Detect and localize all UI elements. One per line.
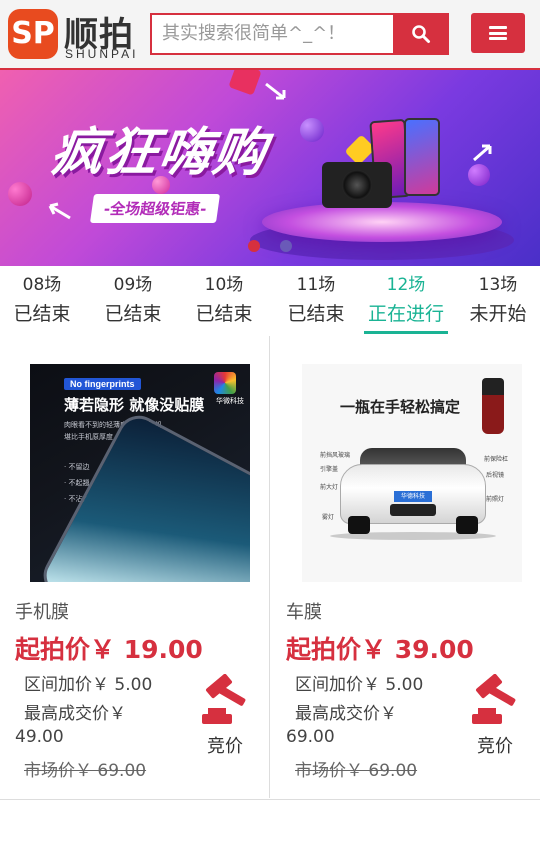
session-status: 已结束 [287, 303, 345, 325]
tab-session-08[interactable]: 08场 已结束 [2, 268, 82, 334]
arrow-icon [473, 144, 492, 162]
image-badge: No fingerprints [64, 378, 141, 390]
auction-gavel-icon[interactable] [468, 674, 524, 728]
price-increment: 区间加价￥ 5.00 [295, 675, 424, 695]
product-card[interactable]: 一瓶在手轻松搞定 华德科技 前挡风玻璃 引擎盖 前大灯 雾灯 前保险杠 后视镜 … [270, 336, 540, 798]
tab-session-10[interactable]: 10场 已结束 [184, 268, 264, 334]
market-price: 市场价￥ 69.00 [295, 761, 418, 781]
logo-mark: SP [8, 9, 58, 59]
search-button[interactable] [393, 13, 449, 55]
search-input[interactable]: 其实搜索很简单^_^！ [150, 13, 394, 55]
price-increment: 区间加价￥ 5.00 [24, 675, 153, 695]
session-status: 已结束 [195, 303, 253, 325]
product-card[interactable]: No fingerprints 华微科技 薄若隐形 就像没贴膜 肉眼看不到的轻薄… [0, 336, 270, 798]
session-time: 08场 [22, 275, 62, 295]
decor-orb [8, 182, 32, 206]
session-time: 13场 [478, 275, 518, 295]
start-price: 起拍价￥ 19.00 [15, 635, 203, 664]
arrow-icon [48, 202, 71, 220]
car-part-label: 前保险杠 [484, 456, 509, 463]
car-part-label: 前大灯 [320, 484, 339, 491]
car-part-label: 后视镜 [486, 472, 505, 479]
market-price: 市场价￥ 69.00 [24, 761, 147, 781]
session-status: 已结束 [13, 303, 71, 325]
car-part-label: 引擎盖 [320, 466, 339, 473]
session-time: 12场 [386, 275, 426, 295]
car-part-label: 雾灯 [322, 514, 335, 521]
product-image-phone-film[interactable]: No fingerprints 华微科技 薄若隐形 就像没贴膜 肉眼看不到的轻薄… [30, 364, 250, 582]
image-title: 一瓶在手轻松搞定 [340, 398, 461, 416]
bid-button-label[interactable]: 竞价 [477, 732, 513, 758]
car-plate: 华德科技 [394, 491, 432, 502]
tab-session-12[interactable]: 12场 正在进行 [364, 268, 448, 334]
display-stage [262, 202, 502, 242]
image-desc: 堪比手机原厚度 [64, 433, 113, 441]
image-brand: 华微科技 [216, 397, 244, 405]
session-status: 未开始 [469, 303, 527, 325]
decor-orb [228, 70, 262, 96]
promo-banner[interactable]: 疯狂嗨购 -全场超级钜惠- [0, 70, 540, 266]
image-bullet: · 不留边 [64, 463, 90, 471]
product-name[interactable]: 车膜 [286, 598, 322, 624]
tab-session-11[interactable]: 11场 已结束 [276, 268, 356, 334]
highest-price-label: 最高成交价￥ [295, 704, 397, 724]
bid-button-label[interactable]: 竞价 [207, 732, 243, 758]
hamburger-menu-icon [489, 26, 507, 40]
start-price: 起拍价￥ 39.00 [286, 635, 474, 664]
decor-orb [468, 164, 490, 186]
decor-orb [300, 118, 324, 142]
brand-logo-icon [214, 372, 236, 394]
banner-title: 疯狂嗨购 [47, 123, 272, 183]
image-title: 薄若隐形 就像没贴膜 [64, 396, 205, 414]
arrow-icon [265, 82, 286, 100]
top-header: SP 顺拍 SHUNPAI 其实搜索很简单^_^！ [0, 0, 540, 70]
session-status: 已结束 [104, 303, 162, 325]
shunpai-logo[interactable]: SP 顺拍 SHUNPAI [8, 9, 143, 61]
session-time: 10场 [204, 275, 244, 295]
product-name[interactable]: 手机膜 [15, 598, 69, 624]
menu-button[interactable] [471, 13, 525, 53]
tab-session-13[interactable]: 13场 未开始 [458, 268, 538, 334]
car-wheel [456, 516, 478, 534]
banner-subtitle: -全场超级钜惠- [89, 194, 221, 223]
highest-price-label: 最高成交价￥ [24, 704, 126, 724]
session-time: 09场 [113, 275, 153, 295]
camera-image [322, 162, 392, 208]
session-time: 11场 [296, 275, 336, 295]
session-status: 正在进行 [367, 303, 444, 325]
image-bullet: · 不起翘 [64, 479, 90, 487]
car-wheel [348, 516, 370, 534]
search-icon [412, 25, 430, 43]
tab-session-09[interactable]: 09场 已结束 [93, 268, 173, 334]
highest-price-value: 49.00 [15, 727, 64, 747]
product-image-car-film[interactable]: 一瓶在手轻松搞定 华德科技 前挡风玻璃 引擎盖 前大灯 雾灯 前保险杠 后视镜 … [302, 364, 522, 582]
car-part-label: 前挡风玻璃 [320, 452, 351, 459]
logo-english-text: SHUNPAI [65, 47, 139, 61]
highest-price-value: 69.00 [286, 727, 335, 747]
slide-indicator[interactable] [280, 240, 292, 252]
slide-indicator-active[interactable] [248, 240, 260, 252]
car-part-label: 前照灯 [486, 496, 505, 503]
session-tabs: 08场 已结束 09场 已结束 10场 已结束 11场 已结束 12场 正在进行… [0, 268, 540, 336]
phone-image [404, 118, 440, 196]
product-grid: No fingerprints 华微科技 薄若隐形 就像没贴膜 肉眼看不到的轻薄… [0, 336, 540, 800]
spray-bottle-illustration [482, 378, 504, 434]
car-grill [390, 504, 436, 516]
auction-gavel-icon[interactable] [198, 674, 254, 728]
